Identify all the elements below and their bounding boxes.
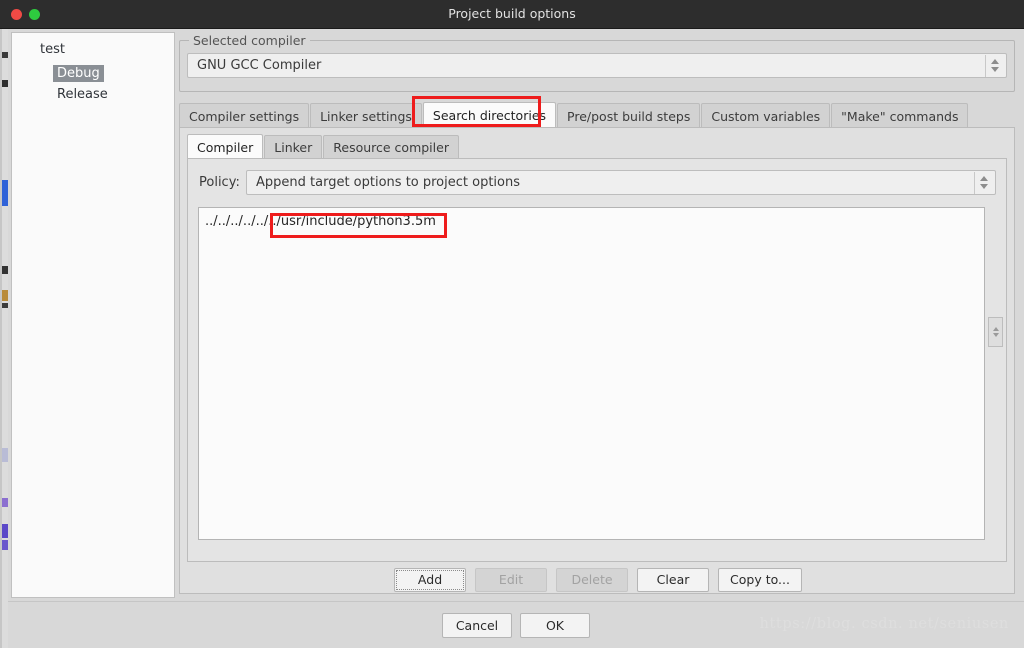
dialog-footer: Cancel OK https://blog. csdn. net/senius… [8,601,1024,648]
ok-button[interactable]: OK [520,613,590,638]
tab-compiler-settings[interactable]: Compiler settings [179,103,310,128]
search-dir-tab-bar[interactable]: Compiler Linker Resource compiler [187,134,460,159]
chevron-up-icon [992,327,999,331]
tab-custom-variables[interactable]: Custom variables [701,103,831,128]
list-item[interactable]: ../../../../../../usr/include/python3.5m [205,214,436,229]
list-resize-spinner[interactable] [988,317,1003,347]
chevron-up-icon [990,59,999,64]
cancel-button[interactable]: Cancel [442,613,512,638]
tab-make-commands[interactable]: "Make" commands [831,103,969,128]
subtab-linker[interactable]: Linker [264,135,323,159]
chevron-up-icon [979,176,988,181]
tree-item-test[interactable]: test [40,42,65,57]
compiler-select[interactable]: GNU GCC Compiler [187,53,1007,78]
chevron-down-icon [990,67,999,72]
policy-select-spinner[interactable] [974,171,992,194]
copy-to-button[interactable]: Copy to... [718,568,802,592]
compiler-select-value: GNU GCC Compiler [197,58,322,73]
tab-pre-post-build-steps[interactable]: Pre/post build steps [557,103,701,128]
dialog-body: test Debug Release Selected compiler GNU… [8,29,1024,601]
content-panel: Selected compiler GNU GCC Compiler Compi… [178,32,1021,598]
compiler-select-spinner[interactable] [985,54,1003,77]
title-bar: Project build options [0,0,1024,29]
policy-select[interactable]: Append target options to project options [246,170,996,195]
tree-item-release[interactable]: Release [57,87,108,102]
tab-search-directories[interactable]: Search directories [422,102,557,128]
chevron-down-icon [979,184,988,189]
search-directories-page: Compiler Linker Resource compiler Policy… [179,127,1015,594]
policy-label: Policy: [199,175,240,190]
compiler-search-dirs-panel: Policy: Append target options to project… [187,158,1007,562]
window-title: Project build options [448,6,576,21]
chevron-down-icon [992,333,999,337]
add-button[interactable]: Add [394,568,467,592]
tab-linker-settings[interactable]: Linker settings [310,103,422,128]
target-tree-panel[interactable]: test Debug Release [11,32,175,598]
list-action-buttons: Add Edit Delete Clear Copy to... [180,568,1016,592]
clear-button[interactable]: Clear [637,568,710,592]
edit-button: Edit [475,568,548,592]
delete-button: Delete [556,568,629,592]
watermark-text: https://blog. csdn. net/seniusen [759,616,1009,632]
app-window: Project build options test Debug Release… [0,0,1024,648]
policy-select-value: Append target options to project options [256,175,521,190]
tree-item-debug[interactable]: Debug [53,65,104,82]
subtab-compiler[interactable]: Compiler [187,134,264,159]
main-tab-bar[interactable]: Compiler settings Linker settings Search… [179,102,1015,128]
subtab-resource-compiler[interactable]: Resource compiler [323,135,459,159]
background-window-edge [0,28,8,648]
selected-compiler-label: Selected compiler [189,33,310,48]
search-directories-list[interactable]: ../../../../../../usr/include/python3.5m [198,207,985,540]
